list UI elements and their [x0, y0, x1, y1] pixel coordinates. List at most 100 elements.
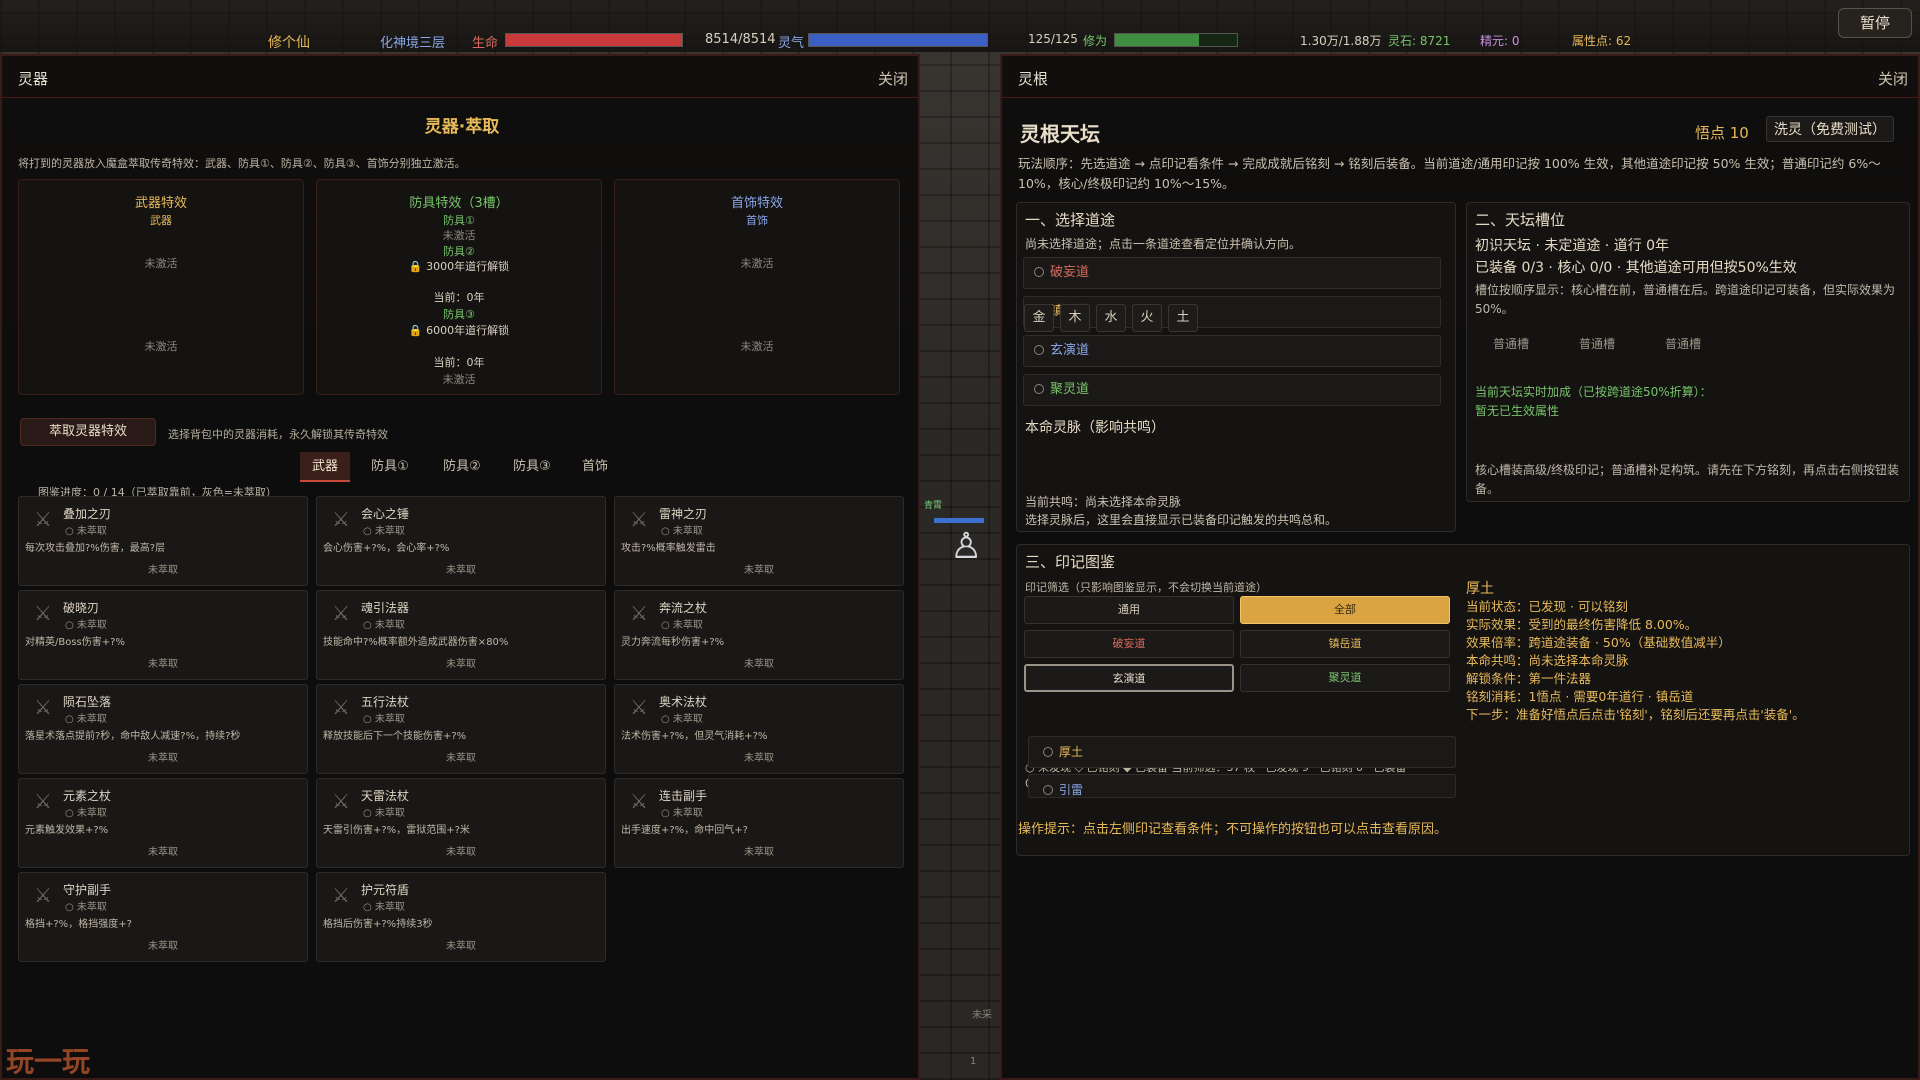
effect-card[interactable]: ⚔ 破晓刃 ○ 未萃取 对精英/Boss伤害+?% 未萃取: [18, 590, 308, 680]
player-name: 修个仙: [268, 35, 310, 51]
mid-bottom-text: 未采: [972, 1010, 992, 1021]
effect-card-button[interactable]: 未萃取: [19, 749, 307, 764]
footer-hint: 操作提示：点击左侧印记查看条件；不可操作的按钮也可以点击查看原因。: [1018, 822, 1448, 837]
npc-hp-bar: [934, 518, 984, 523]
effect-card-button[interactable]: 未萃取: [615, 843, 903, 858]
weapon-icon: ⚔: [34, 507, 52, 531]
altar-status: 初识天坛 · 未定道途 · 道行 0年: [1475, 238, 1670, 254]
armor-slot-2-lock: 🔒 3000年道行解锁: [408, 260, 510, 273]
effect-card-button[interactable]: 未萃取: [19, 561, 307, 576]
normal-slot-3[interactable]: 普通槽: [1665, 335, 1701, 352]
weapon-effect-title: 武器特效: [134, 196, 187, 211]
player-character-icon[interactable]: ♙: [950, 526, 982, 567]
effect-card-button[interactable]: 未萃取: [19, 655, 307, 670]
weapon-icon: ⚔: [630, 789, 648, 813]
extract-hint: 选择背包中的灵器消耗，永久解锁其传奇特效: [168, 428, 388, 441]
panel-header: 灵器 关闭: [2, 56, 918, 98]
effect-card-desc: 出手速度+?%，命中回气+?: [621, 825, 748, 836]
effect-card-button[interactable]: 未萃取: [317, 937, 605, 952]
tab-jewelry[interactable]: 首饰: [570, 452, 620, 482]
hp-bar: [505, 33, 683, 47]
effect-card[interactable]: ⚔ 会心之锤 ○ 未萃取 会心伤害+?%，会心率+?% 未萃取: [316, 496, 606, 586]
close-button[interactable]: 关闭: [1878, 68, 1908, 89]
effect-card-status-text: 未萃取: [76, 620, 107, 631]
effect-card-status-text: 未萃取: [374, 808, 405, 819]
panel-title: 灵根: [1018, 70, 1049, 88]
wash-spirit-button[interactable]: 洗灵（免费测试）: [1766, 116, 1894, 142]
seal-detail-cost: 铭刻消耗：1悟点 · 需要0年道行 · 镇岳道: [1466, 689, 1694, 704]
npc-label: 青霄: [924, 501, 943, 511]
armor-slot-2-lock-text: 3000年道行解锁: [426, 260, 510, 273]
tab-armor-1[interactable]: 防具①: [360, 452, 420, 482]
pause-button[interactable]: 暂停: [1838, 8, 1912, 38]
top-hud: 修个仙 化神境三层 生命 8514/8514 灵气 125/125 修为 1.3…: [0, 0, 1920, 52]
effect-card-button[interactable]: 未萃取: [19, 843, 307, 858]
weapon-icon: ⚔: [630, 601, 648, 625]
path-option-juling[interactable]: 聚灵道: [1023, 374, 1441, 406]
effect-card-status-text: 未萃取: [76, 808, 107, 819]
seal-item-yinlei[interactable]: 引雷: [1028, 774, 1456, 798]
realm-label: 化神境三层: [380, 36, 446, 51]
cultivation-bar-fill: [1115, 34, 1200, 46]
effect-card-button[interactable]: 未萃取: [615, 655, 903, 670]
filter-all[interactable]: 全部: [1240, 596, 1450, 624]
filter-juling[interactable]: 聚灵道: [1240, 664, 1450, 692]
effect-card-button[interactable]: 未萃取: [615, 749, 903, 764]
effect-card[interactable]: ⚔ 雷神之刃 ○ 未萃取 攻击?%概率触发雷击 未萃取: [614, 496, 904, 586]
effect-card[interactable]: ⚔ 元素之杖 ○ 未萃取 元素触发效果+?% 未萃取: [18, 778, 308, 868]
effect-card[interactable]: ⚔ 护元符盾 ○ 未萃取 格挡后伤害+?%持续3秒 未萃取: [316, 872, 606, 962]
armor-slot-3-label: 防具③: [443, 308, 475, 321]
path-label: 破妄道: [1050, 265, 1090, 280]
effect-card[interactable]: ⚔ 五行法杖 ○ 未萃取 释放技能后下一个技能伤害+?% 未萃取: [316, 684, 606, 774]
extraction-title: 灵器·萃取: [424, 117, 500, 137]
normal-slot-2[interactable]: 普通槽: [1579, 335, 1615, 352]
element-metal-button[interactable]: 金: [1024, 304, 1054, 332]
seal-item-houtu[interactable]: 厚土: [1028, 736, 1456, 768]
armor-slot-3-lock-text: 6000年道行解锁: [426, 324, 510, 337]
qi-label: 灵气: [778, 36, 805, 51]
armor-slot-3-lock: 🔒 6000年道行解锁: [408, 324, 510, 337]
effect-card[interactable]: ⚔ 奔流之杖 ○ 未萃取 灵力奔流每秒伤害+?% 未萃取: [614, 590, 904, 680]
path-option-xuanyan[interactable]: 玄演道: [1023, 335, 1441, 367]
effect-card-button[interactable]: 未萃取: [317, 655, 605, 670]
effect-card-name: 陨石坠落: [63, 695, 112, 709]
filter-xuanyan[interactable]: 玄演道: [1024, 664, 1234, 692]
tab-weapon[interactable]: 武器: [300, 452, 350, 482]
effect-card-status: ○ 未萃取: [65, 526, 107, 537]
tab-armor-2[interactable]: 防具②: [432, 452, 492, 482]
effect-card[interactable]: ⚔ 连击副手 ○ 未萃取 出手速度+?%，命中回气+? 未萃取: [614, 778, 904, 868]
choose-path-hint: 尚未选择道途；点击一条道途查看定位并确认方向。: [1025, 237, 1302, 251]
element-fire-button[interactable]: 火: [1132, 304, 1162, 332]
hp-bar-fill: [506, 34, 682, 46]
effect-card[interactable]: ⚔ 陨石坠落 ○ 未萃取 落星术落点提前?秒，命中敌人减速?%，持续?秒 未萃取: [18, 684, 308, 774]
path-option-pojing[interactable]: 破妄道: [1023, 257, 1441, 289]
normal-slot-1[interactable]: 普通槽: [1493, 335, 1529, 352]
filter-pojing[interactable]: 破妄道: [1024, 630, 1234, 658]
extract-effect-button[interactable]: 萃取灵器特效: [20, 418, 156, 446]
effect-card-name: 元素之杖: [63, 789, 112, 803]
effect-card-button[interactable]: 未萃取: [19, 937, 307, 952]
effect-card-button[interactable]: 未萃取: [317, 561, 605, 576]
element-wood-button[interactable]: 木: [1060, 304, 1090, 332]
filter-zhenyue[interactable]: 镇岳道: [1240, 630, 1450, 658]
effect-card-desc: 格挡后伤害+?%持续3秒: [323, 919, 433, 930]
effect-card[interactable]: ⚔ 天雷法杖 ○ 未萃取 天雷引伤害+?%，雷狱范围+?米 未萃取: [316, 778, 606, 868]
effect-card-button[interactable]: 未萃取: [317, 843, 605, 858]
close-button[interactable]: 关闭: [878, 68, 908, 89]
armor-slot-2-label: 防具②: [443, 245, 475, 258]
weapon-icon: ⚔: [34, 789, 52, 813]
element-earth-button[interactable]: 土: [1168, 304, 1198, 332]
element-water-button[interactable]: 水: [1096, 304, 1126, 332]
effect-card[interactable]: ⚔ 魂引法器 ○ 未萃取 技能命中?%概率额外造成武器伤害×80% 未萃取: [316, 590, 606, 680]
effect-card-status-text: 未萃取: [374, 620, 405, 631]
filter-general[interactable]: 通用: [1024, 596, 1234, 624]
tab-armor-3[interactable]: 防具③: [502, 452, 562, 482]
effect-card-status: ○ 未萃取: [363, 808, 405, 819]
effect-card-button[interactable]: 未萃取: [615, 561, 903, 576]
effect-card-button[interactable]: 未萃取: [317, 749, 605, 764]
effect-card[interactable]: ⚔ 守护副手 ○ 未萃取 格挡+?%，格挡强度+? 未萃取: [18, 872, 308, 962]
effect-card[interactable]: ⚔ 奥术法杖 ○ 未萃取 法术伤害+?%，但灵气消耗+?% 未萃取: [614, 684, 904, 774]
effect-card[interactable]: ⚔ 叠加之刃 ○ 未萃取 每次攻击叠加?%伤害，最高?层 未萃取: [18, 496, 308, 586]
extraction-description: 将打到的灵器放入魔盒萃取传奇特效：武器、防具①、防具②、防具③、首饰分别独立激活…: [18, 157, 466, 170]
effect-card-status: ○ 未萃取: [363, 620, 405, 631]
